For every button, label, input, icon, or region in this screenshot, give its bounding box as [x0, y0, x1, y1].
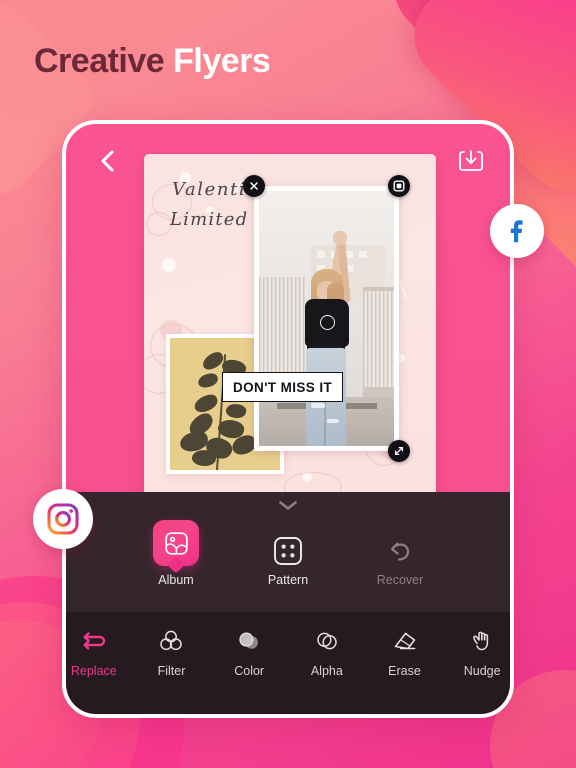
back-button[interactable] [90, 144, 124, 178]
tool-recover[interactable]: Recover [367, 514, 433, 587]
color-icon [239, 632, 259, 649]
facebook-icon [510, 220, 523, 243]
primary-tool-row: Album Pattern Recover [66, 514, 510, 587]
tool-filter-label: Filter [157, 664, 186, 678]
tool-recover-icon-wrap [385, 514, 415, 566]
instagram-share-button[interactable] [33, 489, 93, 549]
tool-replace[interactable]: Replace [66, 626, 122, 678]
editor-canvas[interactable]: Valentine Limited offer DON'T MISS IT [144, 154, 436, 512]
tool-color-icon-wrap [235, 626, 263, 656]
tool-recover-label: Recover [376, 573, 424, 587]
copy-icon [393, 180, 405, 192]
eraser-icon [394, 632, 415, 650]
save-button[interactable] [454, 144, 488, 178]
flyer-artboard[interactable]: Valentine Limited offer DON'T MISS IT [144, 154, 436, 512]
phone-mockup: Valentine Limited offer DON'T MISS IT Al… [62, 120, 514, 718]
collapse-panel-button[interactable] [275, 498, 301, 512]
tool-filter-icon-wrap [157, 626, 185, 656]
tool-color[interactable]: Color [221, 626, 277, 678]
alpha-icon [317, 632, 337, 650]
duplicate-handle[interactable] [388, 175, 410, 197]
album-selected-chip [153, 520, 199, 566]
tool-erase-label: Erase [388, 664, 421, 678]
tool-nudge-icon-wrap [468, 626, 496, 656]
photo-white-frame [254, 186, 399, 451]
page-title-word-2: Flyers [173, 42, 271, 80]
tool-pattern-icon-wrap [273, 514, 303, 566]
tool-pattern-label: Pattern [267, 573, 309, 587]
tool-alpha-label: Alpha [310, 664, 343, 678]
download-icon [459, 150, 483, 171]
repeat-icon [83, 632, 105, 650]
tool-filter[interactable]: Filter [144, 626, 200, 678]
photo-icon [164, 531, 188, 555]
tool-replace-icon-wrap [80, 626, 108, 656]
dice-icon [274, 537, 302, 565]
tool-color-label: Color [234, 664, 265, 678]
tool-replace-label: Replace [70, 664, 117, 678]
tool-nudge-label: Nudge [463, 664, 501, 678]
flyer-selected-photo[interactable] [243, 175, 410, 462]
editor-panel-primary: Album Pattern Recover [66, 492, 510, 612]
tool-album-icon-wrap [153, 514, 199, 566]
chevron-down-icon [279, 500, 297, 510]
page-title-word-1: Creative [34, 42, 165, 80]
close-icon [250, 182, 258, 190]
tool-erase[interactable]: Erase [377, 626, 433, 678]
facebook-share-button[interactable] [490, 204, 544, 258]
photo-content [259, 191, 394, 446]
hand-icon [473, 631, 489, 651]
app-screen: Valentine Limited offer DON'T MISS IT Al… [66, 124, 510, 714]
editor-panel-secondary: Replace Filter Color Alpha Erase Nudge [66, 612, 510, 714]
photo-subject [289, 227, 374, 446]
resize-icon [394, 446, 404, 456]
circles-icon [160, 630, 183, 651]
tool-album[interactable]: Album [143, 514, 209, 587]
tool-erase-icon-wrap [391, 626, 419, 656]
page-title: Creative Flyers [34, 42, 271, 81]
resize-handle[interactable] [388, 440, 410, 462]
undo-icon [390, 542, 410, 561]
close-handle[interactable] [243, 175, 265, 197]
tool-alpha[interactable]: Alpha [299, 626, 355, 678]
chevron-left-icon [101, 150, 114, 172]
tool-alpha-icon-wrap [313, 626, 341, 656]
tool-album-label: Album [158, 573, 194, 587]
tool-nudge[interactable]: Nudge [454, 626, 510, 678]
tool-pattern[interactable]: Pattern [255, 514, 321, 587]
flyer-badge-text[interactable]: DON'T MISS IT [222, 372, 344, 402]
secondary-tool-row: Replace Filter Color Alpha Erase Nudge [66, 626, 510, 678]
instagram-icon [47, 503, 79, 535]
